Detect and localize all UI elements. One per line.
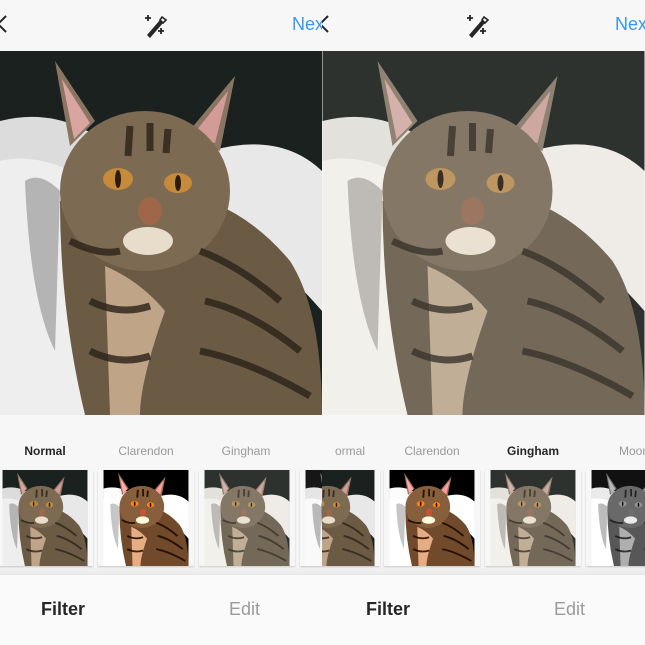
screen-gingham: Nex ormal Clarendon Gingham Moon Filter …	[322, 0, 645, 645]
magic-wand-icon[interactable]	[141, 11, 169, 39]
thumb-gingham[interactable]	[485, 470, 581, 566]
next-button[interactable]: Nex	[615, 14, 645, 35]
filter-gingham[interactable]: Gingham	[198, 443, 294, 459]
kitten-photo	[322, 51, 645, 415]
chevron-left-icon[interactable]	[0, 14, 10, 34]
photo-preview	[0, 51, 322, 415]
filter-label: Moon	[618, 444, 645, 458]
bottom-tab-bar: Filter Edit	[0, 575, 322, 645]
next-button[interactable]: Nex	[292, 14, 322, 35]
filter-label: Normal	[24, 444, 66, 458]
photo-preview	[322, 51, 645, 415]
tab-edit[interactable]: Edit	[554, 599, 585, 620]
thumb-moon[interactable]	[586, 470, 645, 566]
top-bar: Nex	[322, 0, 645, 51]
filter-label: Clarendon	[118, 444, 174, 458]
thumb-image	[384, 470, 480, 566]
thumb-image	[485, 470, 581, 566]
thumb-image	[300, 470, 322, 566]
thumb-normal[interactable]	[322, 470, 380, 566]
bottom-tab-bar: Filter Edit	[322, 575, 645, 645]
tab-filter[interactable]: Filter	[366, 599, 410, 620]
filter-normal[interactable]: Normal	[0, 443, 93, 459]
thumb-image	[199, 470, 295, 566]
thumb-normal[interactable]	[0, 470, 93, 566]
magic-wand-icon[interactable]	[463, 11, 491, 39]
kitten-photo	[0, 51, 322, 415]
thumb-moon[interactable]	[300, 470, 322, 566]
thumb-gingham[interactable]	[199, 470, 295, 566]
filter-clarendon[interactable]: Clarendon	[384, 443, 480, 459]
top-bar: Nex	[0, 0, 322, 51]
filter-strip[interactable]: ormal Clarendon Gingham Moon	[322, 415, 645, 575]
thumb-image	[98, 470, 194, 566]
tab-edit[interactable]: Edit	[229, 599, 260, 620]
filter-clarendon[interactable]: Clarendon	[98, 443, 194, 459]
filter-gingham[interactable]: Gingham	[485, 443, 581, 459]
thumb-image	[586, 470, 645, 566]
screen-normal: Nex Normal Clarendon Gingham Filter Edit	[0, 0, 322, 645]
filter-label: Gingham	[221, 444, 271, 458]
thumb-clarendon[interactable]	[384, 470, 480, 566]
thumb-image	[322, 470, 380, 566]
filter-strip[interactable]: Normal Clarendon Gingham	[0, 415, 322, 575]
thumb-image	[0, 470, 93, 566]
filter-label: Clarendon	[404, 444, 460, 458]
tab-filter[interactable]: Filter	[41, 599, 85, 620]
chevron-left-icon[interactable]	[322, 14, 332, 34]
filter-moon[interactable]: Moon	[586, 443, 645, 459]
filter-label: Gingham	[506, 444, 559, 458]
thumb-clarendon[interactable]	[98, 470, 194, 566]
